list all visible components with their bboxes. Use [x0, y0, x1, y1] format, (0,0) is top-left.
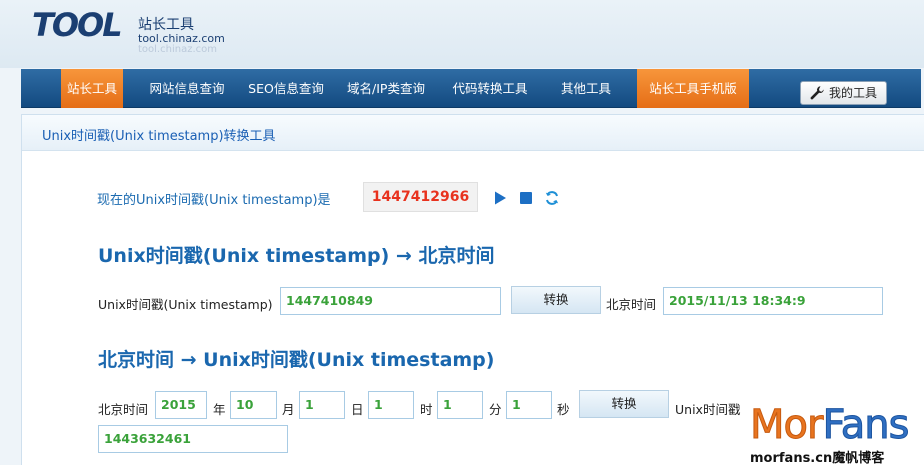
- nav-item-mobile-version[interactable]: 站长工具手机版: [637, 69, 749, 108]
- my-tools-button[interactable]: 我的工具: [800, 81, 887, 105]
- day-unit: 日: [351, 402, 364, 417]
- play-icon[interactable]: [492, 190, 508, 206]
- current-timestamp-label: 现在的Unix时间戳(Unix timestamp)是: [97, 193, 331, 208]
- year-unit: 年: [213, 402, 226, 417]
- watermark-caption: morfans.cn魔帆博客: [750, 451, 885, 465]
- watermark-logo: MorFans: [749, 402, 910, 448]
- beijing-time-result[interactable]: 2015/11/13 18:34:9: [663, 287, 883, 315]
- section-unix-to-beijing-title: Unix时间戳(Unix timestamp) → 北京时间: [98, 245, 495, 267]
- second-unit: 秒: [557, 402, 570, 417]
- panel-title[interactable]: Unix时间戳(Unix timestamp)转换工具: [42, 125, 276, 144]
- minute-input[interactable]: 1: [437, 391, 483, 419]
- beijing-time-label: 北京时间: [98, 402, 149, 417]
- wrench-icon: [810, 86, 824, 100]
- panel-header: Unix时间戳(Unix timestamp)转换工具: [22, 115, 924, 151]
- logo-wordmark: TOOL: [32, 6, 123, 44]
- stop-icon[interactable]: [518, 190, 534, 206]
- main-nav: 站长工具 网站信息查询 SEO信息查询 域名/IP类查询 代码转换工具 其他工具…: [21, 69, 921, 108]
- hour-input[interactable]: 1: [368, 391, 414, 419]
- section-beijing-to-unix-title: 北京时间 → Unix时间戳(Unix timestamp): [98, 349, 495, 371]
- logo-reflection: tool.chinaz.com: [138, 44, 217, 55]
- unix-timestamp-result-label: Unix时间戳: [675, 402, 741, 417]
- unix-timestamp-label: Unix时间戳(Unix timestamp): [98, 297, 273, 312]
- nav-item-site-info[interactable]: 网站信息查询: [141, 69, 233, 108]
- second-input[interactable]: 1: [506, 391, 552, 419]
- morfans-watermark: MorFans morfans.cn魔帆博客: [749, 402, 924, 465]
- site-logo[interactable]: TOOL 站长工具 tool.chinaz.com tool.chinaz.co…: [32, 6, 232, 55]
- hour-unit: 时: [420, 402, 433, 417]
- convert-to-unix-button[interactable]: 转换: [579, 390, 669, 418]
- nav-item-seo-info[interactable]: SEO信息查询: [240, 69, 332, 108]
- month-unit: 月: [282, 402, 295, 417]
- site-header: TOOL 站长工具 tool.chinaz.com tool.chinaz.co…: [0, 0, 924, 68]
- nav-item-domain-ip[interactable]: 域名/IP类查询: [339, 69, 433, 108]
- unix-timestamp-result[interactable]: 1443632461: [98, 425, 288, 453]
- beijing-time-result-label: 北京时间: [606, 297, 657, 312]
- month-input[interactable]: 10: [230, 391, 277, 419]
- nav-item-other-tools[interactable]: 其他工具: [551, 69, 621, 108]
- year-input[interactable]: 2015: [155, 391, 207, 419]
- refresh-icon[interactable]: [544, 190, 560, 206]
- unix-timestamp-input[interactable]: 1447410849: [280, 287, 501, 315]
- convert-to-beijing-button[interactable]: 转换: [511, 286, 601, 314]
- current-timestamp-value: 1447412966: [363, 182, 478, 212]
- my-tools-label: 我的工具: [829, 86, 878, 100]
- day-input[interactable]: 1: [299, 391, 345, 419]
- logo-chinese-name: 站长工具: [138, 17, 194, 33]
- watermark-orange-text: Mor: [749, 402, 823, 448]
- watermark-blue-text: Fans: [822, 402, 910, 448]
- nav-item-webmaster-tools[interactable]: 站长工具: [61, 69, 123, 108]
- nav-item-code-convert[interactable]: 代码转换工具: [443, 69, 537, 108]
- minute-unit: 分: [489, 402, 502, 417]
